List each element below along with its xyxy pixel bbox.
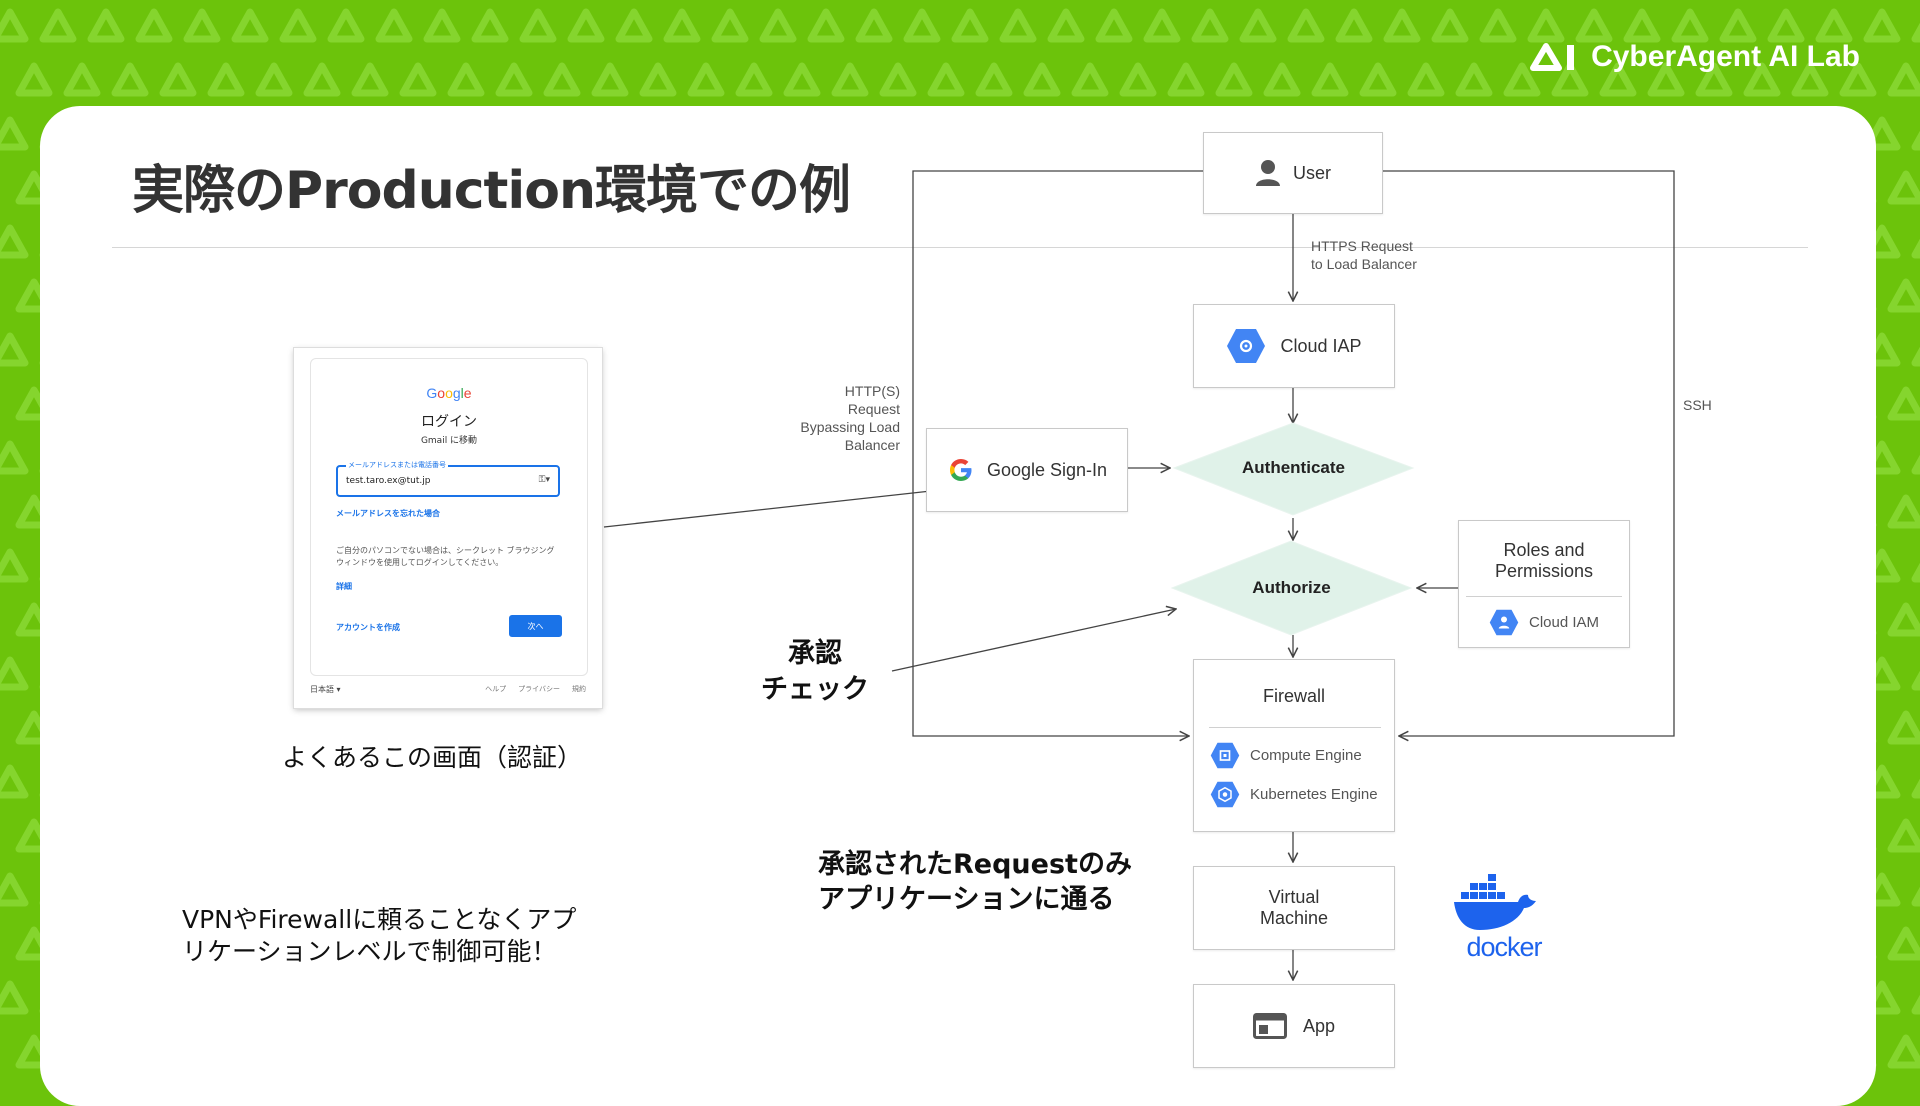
cloud-iap-icon [1227, 329, 1266, 363]
compute-engine-label: Compute Engine [1250, 747, 1362, 764]
login-email-field[interactable]: メールアドレスまたは電話番号 test.taro.ex@tut.jp ⚿▾ [336, 460, 560, 497]
https-request-note: HTTPS Request to Load Balancer [1311, 238, 1417, 272]
login-language-select[interactable]: 日本語 ▾ [310, 684, 341, 695]
app-box: App [1193, 984, 1395, 1068]
cloud-iap-box: Cloud IAP [1193, 304, 1395, 388]
google-g-icon [949, 459, 972, 481]
cloud-iap-label: Cloud IAP [1280, 335, 1362, 356]
cloud-iam-icon [1489, 609, 1519, 636]
roles-label-line2: Permissions [1494, 561, 1594, 581]
vpn-caption: VPNやFirewallに頼ることなくアプ リケーションレベルで制御可能！ [182, 905, 577, 966]
firewall-label: Firewall [1262, 686, 1325, 706]
user-box: User [1203, 132, 1383, 214]
login-next-button[interactable]: 次へ [509, 615, 562, 637]
login-footer-privacy[interactable]: プライバシー [518, 685, 560, 693]
virtual-machine-box: Virtual Machine [1193, 866, 1395, 950]
firewall-box: Firewall Compute Engine Kubernetes Engin… [1193, 659, 1395, 832]
bypass-note: HTTP(S) Request Bypassing Load Balancer [800, 383, 900, 453]
docker-wordmark: docker [1466, 932, 1542, 962]
compute-engine-icon [1210, 742, 1240, 769]
approved-requests-caption: 承認されたRequestのみ アプリケーションに通る [818, 849, 1132, 915]
login-footer-help[interactable]: ヘルプ [485, 685, 506, 693]
cyberagent-logo-icon [1530, 43, 1575, 71]
cloud-iam-label: Cloud IAM [1528, 614, 1600, 631]
google-signin-label: Google Sign-In [986, 459, 1108, 480]
brand-logo: CyberAgent AI Lab [1529, 40, 1860, 74]
slide-card: 実際のProduction環境での例 User HTTPS Request to… [40, 106, 1876, 1106]
login-create-account-link[interactable]: アカウントを作成 [336, 622, 400, 633]
docker-whale-icon [1454, 874, 1536, 930]
google-login-screenshot: Google ログイン Gmail に移動 メールアドレスまたは電話番号 tes… [294, 348, 602, 708]
roles-label-line1: Roles and [1503, 540, 1585, 560]
login-forgot-link[interactable]: メールアドレスを忘れた場合 [336, 508, 440, 519]
login-footer-terms[interactable]: 規約 [572, 685, 586, 693]
arrow-login-to-signin [603, 490, 940, 528]
authorize-label: Authorize [1252, 578, 1331, 597]
key-icon: ⚿▾ [538, 475, 550, 485]
login-card: Google ログイン Gmail に移動 メールアドレスまたは電話番号 tes… [310, 358, 588, 676]
arrow-check-to-authorize [891, 609, 1176, 672]
kubernetes-engine-icon [1210, 781, 1240, 808]
vm-label-line1: Virtual [1268, 887, 1320, 907]
firewall-divider [1209, 727, 1381, 728]
login-field-label: メールアドレスまたは電話番号 [346, 460, 448, 470]
roles-divider [1466, 596, 1622, 597]
docker-logo: docker [1448, 872, 1560, 963]
kubernetes-engine-label: Kubernetes Engine [1250, 786, 1378, 803]
ssh-label: SSH [1683, 397, 1712, 413]
login-subheading: Gmail に移動 [420, 436, 478, 446]
user-label: User [1292, 162, 1331, 183]
app-label: App [1302, 1015, 1336, 1036]
user-icon [1255, 160, 1280, 186]
login-learn-more-link[interactable]: 詳細 [336, 581, 352, 592]
brand-logo-text: CyberAgent AI Lab [1591, 40, 1860, 73]
authenticate-label: Authenticate [1242, 458, 1345, 477]
login-notice: ご自分のパソコンでない場合は、シークレット ブラウジング ウィンドウを使用してロ… [336, 546, 555, 567]
ssh-loop-line [1383, 170, 1675, 736]
approval-check-caption: 承認 チェック [761, 638, 869, 705]
login-heading: ログイン [421, 414, 477, 430]
login-field-value: test.taro.ex@tut.jp [346, 476, 431, 486]
google-signin-box: Google Sign-In [926, 428, 1128, 512]
login-footer-links: ヘルプ プライバシー 規約 [473, 684, 586, 694]
login-caption: よくあるこの画面（認証） [282, 743, 583, 772]
app-window-icon [1252, 1013, 1287, 1039]
roles-permissions-box: Roles and Permissions Cloud IAM [1458, 520, 1630, 648]
google-wordmark: Google [426, 385, 472, 401]
vm-label-line2: Machine [1259, 908, 1329, 928]
